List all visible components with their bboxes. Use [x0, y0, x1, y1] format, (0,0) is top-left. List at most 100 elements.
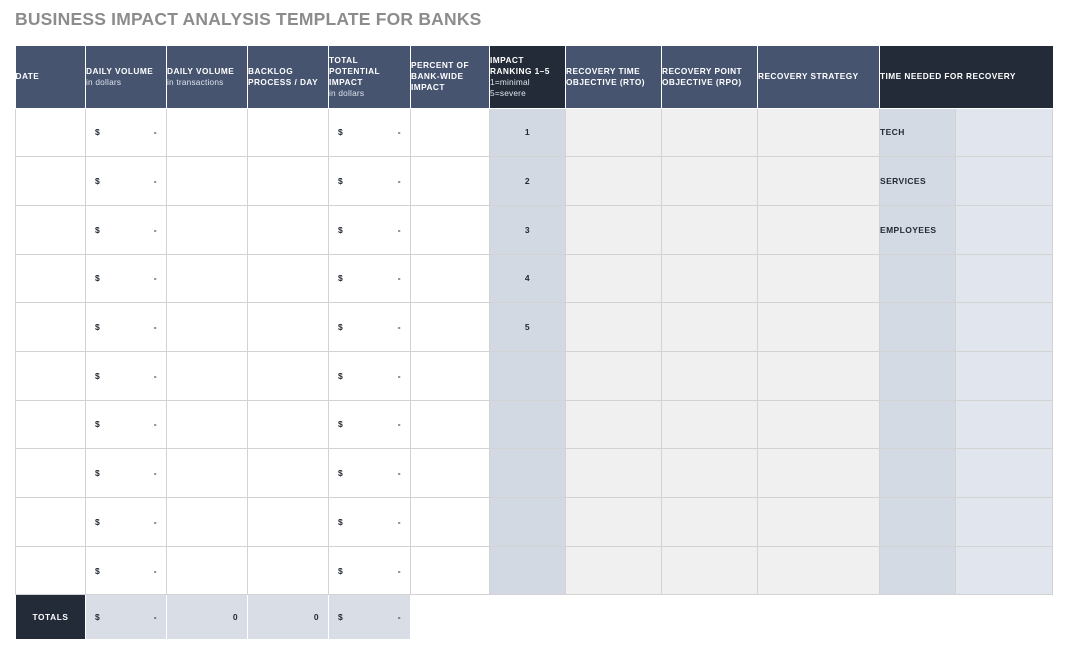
cell-daily-volume-transactions[interactable] [166, 302, 248, 352]
cell-recovery-point-objective[interactable] [661, 107, 758, 158]
totals-daily-volume-transactions[interactable]: 0 [166, 594, 248, 641]
cell-recovery-category[interactable] [879, 497, 956, 547]
cell-recovery-strategy[interactable] [757, 350, 880, 401]
cell-date[interactable] [15, 545, 86, 596]
cell-recovery-category[interactable]: SERVICES [879, 156, 956, 206]
cell-backlog-process-day[interactable] [247, 497, 329, 547]
cell-daily-volume-transactions[interactable] [166, 253, 248, 304]
cell-recovery-time-objective[interactable] [565, 497, 662, 547]
cell-recovery-strategy[interactable] [757, 107, 880, 158]
cell-impact-ranking[interactable]: 5 [489, 302, 566, 352]
cell-daily-volume-transactions[interactable] [166, 350, 248, 401]
cell-daily-volume-dollars[interactable]: $ - [85, 545, 167, 596]
cell-daily-volume-transactions[interactable] [166, 156, 248, 206]
cell-recovery-time-objective[interactable] [565, 253, 662, 304]
cell-recovery-time-objective[interactable] [565, 350, 662, 401]
cell-percent-bank-wide-impact[interactable] [410, 156, 490, 206]
cell-impact-ranking[interactable]: 3 [489, 204, 566, 255]
cell-backlog-process-day[interactable] [247, 399, 329, 450]
cell-percent-bank-wide-impact[interactable] [410, 302, 490, 352]
cell-date[interactable] [15, 497, 86, 547]
cell-recovery-category[interactable] [879, 399, 956, 450]
cell-percent-bank-wide-impact[interactable] [410, 253, 490, 304]
cell-daily-volume-dollars[interactable]: $ - [85, 399, 167, 450]
cell-time-needed-for-recovery[interactable] [954, 107, 1054, 158]
cell-date[interactable] [15, 253, 86, 304]
cell-recovery-category[interactable]: EMPLOYEES [879, 204, 956, 255]
cell-daily-volume-dollars[interactable]: $ - [85, 107, 167, 158]
cell-backlog-process-day[interactable] [247, 156, 329, 206]
cell-impact-ranking[interactable] [489, 497, 566, 547]
cell-total-potential-impact[interactable]: $ - [328, 253, 411, 304]
cell-total-potential-impact[interactable]: $ - [328, 302, 411, 352]
cell-recovery-category[interactable] [879, 350, 956, 401]
cell-recovery-time-objective[interactable] [565, 545, 662, 596]
cell-percent-bank-wide-impact[interactable] [410, 399, 490, 450]
cell-recovery-point-objective[interactable] [661, 350, 758, 401]
cell-daily-volume-transactions[interactable] [166, 399, 248, 450]
cell-date[interactable] [15, 399, 86, 450]
column-header-backlog-process-day[interactable]: BACKLOG PROCESS / DAY [247, 46, 329, 109]
cell-impact-ranking[interactable] [489, 448, 566, 498]
column-header-daily-volume-dollars[interactable]: DAILY VOLUME in dollars [85, 46, 167, 109]
cell-daily-volume-dollars[interactable]: $ - [85, 448, 167, 498]
cell-recovery-time-objective[interactable] [565, 302, 662, 352]
cell-recovery-point-objective[interactable] [661, 497, 758, 547]
cell-date[interactable] [15, 448, 86, 498]
cell-backlog-process-day[interactable] [247, 204, 329, 255]
cell-backlog-process-day[interactable] [247, 350, 329, 401]
cell-daily-volume-transactions[interactable] [166, 545, 248, 596]
cell-time-needed-for-recovery[interactable] [954, 350, 1054, 401]
cell-total-potential-impact[interactable]: $ - [328, 350, 411, 401]
cell-total-potential-impact[interactable]: $ - [328, 448, 411, 498]
totals-backlog-process-day[interactable]: 0 [247, 594, 329, 641]
cell-recovery-strategy[interactable] [757, 156, 880, 206]
cell-recovery-strategy[interactable] [757, 302, 880, 352]
cell-impact-ranking[interactable]: 2 [489, 156, 566, 206]
cell-backlog-process-day[interactable] [247, 302, 329, 352]
cell-recovery-strategy[interactable] [757, 448, 880, 498]
cell-total-potential-impact[interactable]: $ - [328, 545, 411, 596]
column-header-total-potential-impact[interactable]: TOTAL POTENTIAL IMPACT in dollars [328, 46, 411, 109]
cell-date[interactable] [15, 204, 86, 255]
cell-daily-volume-transactions[interactable] [166, 107, 248, 158]
cell-daily-volume-dollars[interactable]: $ - [85, 497, 167, 547]
cell-daily-volume-dollars[interactable]: $ - [85, 302, 167, 352]
cell-backlog-process-day[interactable] [247, 545, 329, 596]
cell-total-potential-impact[interactable]: $ - [328, 399, 411, 450]
cell-recovery-category[interactable] [879, 545, 956, 596]
cell-daily-volume-dollars[interactable]: $ - [85, 204, 167, 255]
cell-date[interactable] [15, 302, 86, 352]
cell-total-potential-impact[interactable]: $ - [328, 497, 411, 547]
cell-date[interactable] [15, 350, 86, 401]
cell-recovery-time-objective[interactable] [565, 204, 662, 255]
cell-time-needed-for-recovery[interactable] [954, 156, 1054, 206]
cell-total-potential-impact[interactable]: $ - [328, 107, 411, 158]
cell-impact-ranking[interactable] [489, 350, 566, 401]
cell-daily-volume-transactions[interactable] [166, 497, 248, 547]
column-header-impact-ranking[interactable]: IMPACT RANKING 1–5 1=minimal 5=severe [489, 46, 566, 109]
cell-recovery-strategy[interactable] [757, 545, 880, 596]
cell-recovery-category[interactable] [879, 253, 956, 304]
cell-daily-volume-dollars[interactable]: $ - [85, 253, 167, 304]
cell-date[interactable] [15, 156, 86, 206]
cell-recovery-point-objective[interactable] [661, 399, 758, 450]
cell-percent-bank-wide-impact[interactable] [410, 545, 490, 596]
cell-time-needed-for-recovery[interactable] [954, 253, 1054, 304]
cell-impact-ranking[interactable]: 1 [489, 107, 566, 158]
cell-recovery-point-objective[interactable] [661, 448, 758, 498]
cell-percent-bank-wide-impact[interactable] [410, 107, 490, 158]
cell-recovery-category[interactable] [879, 302, 956, 352]
cell-percent-bank-wide-impact[interactable] [410, 497, 490, 547]
cell-daily-volume-transactions[interactable] [166, 448, 248, 498]
cell-recovery-point-objective[interactable] [661, 204, 758, 255]
totals-daily-volume-dollars[interactable]: $ - [85, 594, 167, 641]
cell-time-needed-for-recovery[interactable] [954, 448, 1054, 498]
cell-time-needed-for-recovery[interactable] [954, 497, 1054, 547]
cell-recovery-time-objective[interactable] [565, 448, 662, 498]
cell-recovery-strategy[interactable] [757, 253, 880, 304]
cell-daily-volume-dollars[interactable]: $ - [85, 156, 167, 206]
cell-recovery-category[interactable] [879, 448, 956, 498]
column-header-time-needed-for-recovery[interactable]: TIME NEEDED FOR RECOVERY [879, 46, 1053, 109]
column-header-percent-bank-wide-impact[interactable]: PERCENT OF BANK-WIDE IMPACT [410, 46, 490, 109]
